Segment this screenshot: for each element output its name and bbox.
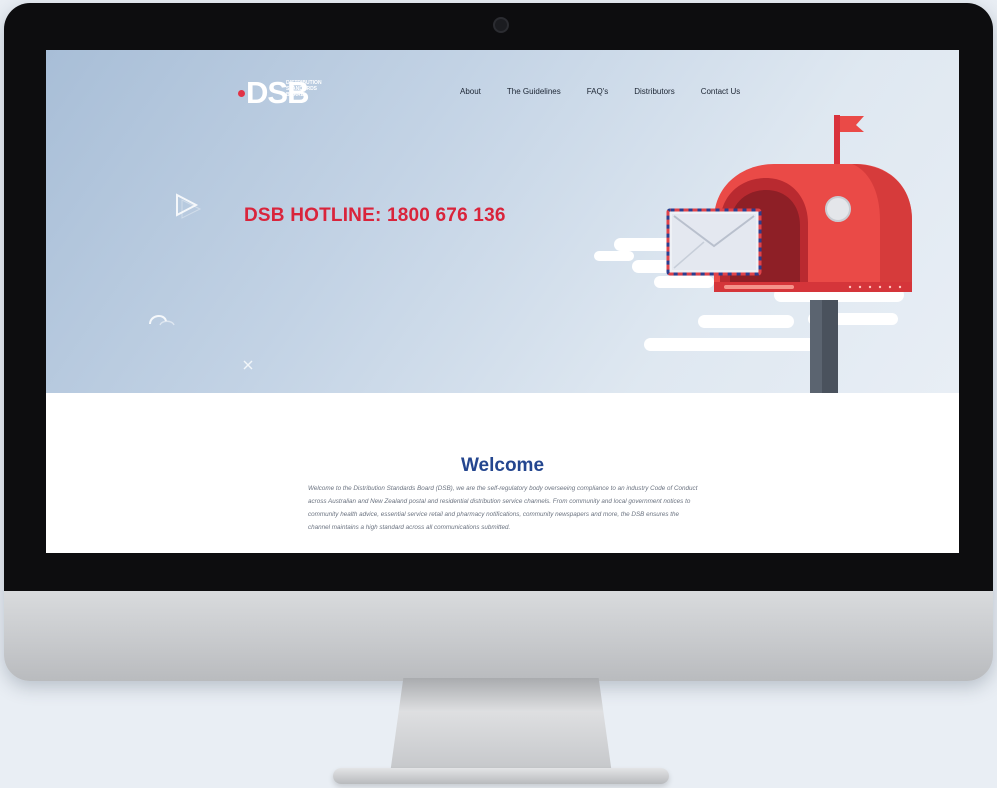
- logo-subtitle: DISTRIBUTION STANDARDS BOARD: [286, 80, 330, 98]
- site-logo[interactable]: DSB DISTRIBUTION STANDARDS BOARD: [238, 75, 330, 110]
- monitor-stand-neck: [390, 678, 612, 774]
- main-nav: About The Guidelines FAQ's Distributors …: [460, 87, 740, 96]
- envelope-icon: [666, 208, 762, 276]
- camera-icon: [493, 17, 509, 33]
- nav-about[interactable]: About: [460, 87, 481, 96]
- nav-contact-us[interactable]: Contact Us: [701, 87, 741, 96]
- close-x-icon: [243, 360, 253, 370]
- nav-distributors[interactable]: Distributors: [634, 87, 674, 96]
- monitor-frame: DSB DISTRIBUTION STANDARDS BOARD About T…: [4, 3, 993, 681]
- monitor-stand-base: [333, 768, 669, 784]
- nav-the-guidelines[interactable]: The Guidelines: [507, 87, 561, 96]
- logo-dot-icon: [238, 90, 245, 97]
- mailbox-illustration: [594, 115, 912, 393]
- hero-banner: DSB DISTRIBUTION STANDARDS BOARD About T…: [46, 50, 959, 393]
- logo-subtitle-line: BOARD: [286, 92, 305, 98]
- swirl-icon: [149, 315, 175, 326]
- welcome-paragraph: Welcome to the Distribution Standards Bo…: [308, 485, 698, 532]
- monitor-chin: [4, 591, 993, 681]
- hotline-heading: DSB HOTLINE: 1800 676 136: [244, 205, 506, 226]
- website-screen: DSB DISTRIBUTION STANDARDS BOARD About T…: [46, 50, 959, 553]
- welcome-heading: Welcome: [460, 454, 545, 476]
- monitor-bezel: DSB DISTRIBUTION STANDARDS BOARD About T…: [4, 3, 993, 591]
- play-outline-icon: [176, 193, 202, 219]
- nav-faqs[interactable]: FAQ's: [587, 87, 609, 96]
